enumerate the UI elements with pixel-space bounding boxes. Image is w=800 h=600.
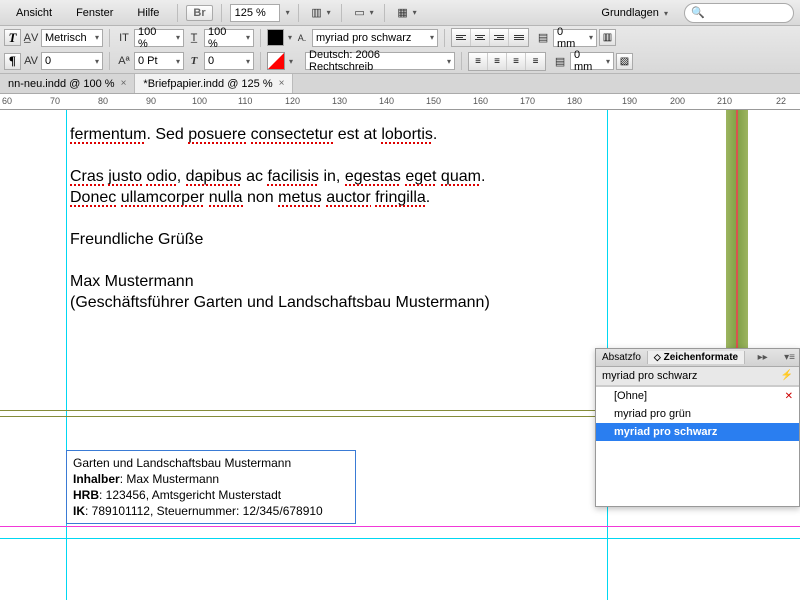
panel-header[interactable]: Absatzfo ◇ Zeichenformate ▸▸ ▾≡	[596, 349, 799, 367]
view-options-button[interactable]: ▥▾	[307, 3, 333, 23]
align-group	[451, 28, 529, 47]
style-list: [Ohne]✕ myriad pro grün myriad pro schwa…	[596, 386, 799, 506]
separator	[298, 4, 299, 22]
skew-field[interactable]: 0	[204, 52, 254, 70]
document-tabs: nn-neu.indd @ 100 %× *Briefpapier.indd @…	[0, 74, 800, 94]
text-frame-footer[interactable]: Garten und Landschaftsbau Mustermann Inh…	[66, 450, 356, 524]
menu-help[interactable]: Hilfe	[127, 4, 169, 22]
align-justify[interactable]	[509, 29, 528, 46]
style-none[interactable]: [Ohne]✕	[596, 387, 799, 405]
skew-icon: T	[186, 53, 202, 69]
balance-icon: ▧	[620, 56, 629, 67]
screen-mode-button[interactable]: ▭▾	[350, 3, 376, 23]
align-left[interactable]	[452, 29, 471, 46]
menu-view[interactable]: Ansicht	[6, 4, 62, 22]
quick-apply-icon[interactable]: ⚡	[781, 370, 793, 382]
current-style: myriad pro schwarz ⚡	[596, 367, 799, 386]
inset-top-icon: ▤	[535, 30, 551, 46]
arrange-icon: ▦	[395, 5, 411, 21]
panel-tab-character[interactable]: ◇ Zeichenformate	[648, 351, 745, 364]
margin-guide-bottom	[0, 526, 800, 527]
baseline-icon: Aª	[116, 53, 132, 69]
columns-icon: ▥	[603, 32, 612, 43]
stroke-none[interactable]	[267, 52, 285, 70]
char-style-icon: A.	[294, 30, 310, 46]
para-format-toggle[interactable]: ¶	[4, 53, 21, 70]
inset-top[interactable]: 0 mm	[553, 29, 597, 47]
balance-btn[interactable]: ▧	[616, 53, 633, 70]
vscale-icon: IT	[116, 30, 132, 46]
workspace-switcher[interactable]: Grundlagen ▾	[593, 5, 676, 21]
style-green[interactable]: myriad pro grün	[596, 405, 799, 423]
kerning-metric[interactable]: Metrisch	[41, 29, 103, 47]
separator	[341, 4, 342, 22]
tab-nn-neu[interactable]: nn-neu.indd @ 100 %×	[0, 74, 135, 93]
char-format-toggle[interactable]: T	[4, 29, 21, 46]
align-right[interactable]	[490, 29, 509, 46]
char-style-field[interactable]: myriad pro schwarz	[312, 29, 438, 47]
justify-full[interactable]: ≡	[526, 53, 545, 70]
inset-bottom-icon: ▤	[552, 53, 568, 69]
link-icon: ◇	[654, 352, 661, 362]
search-field[interactable]: 🔍	[684, 3, 794, 23]
horizontal-ruler[interactable]: 60 70 80 90 100 110 120 130 140 150 160 …	[0, 94, 800, 110]
close-icon[interactable]: ×	[279, 78, 285, 89]
tab-briefpapier[interactable]: *Briefpapier.indd @ 125 %×	[135, 74, 293, 93]
inset-bottom[interactable]: 0 mm	[570, 52, 614, 70]
bridge-button[interactable]: Br	[186, 5, 212, 21]
align-left-icon	[456, 34, 466, 41]
baseline-field[interactable]: 0 Pt	[134, 52, 184, 70]
language-field[interactable]: Deutsch: 2006 Rechtschreib	[305, 52, 455, 70]
arrange-button[interactable]: ▦▾	[393, 3, 419, 23]
align-right-icon	[494, 34, 504, 41]
panel-collapse[interactable]: ▸▸	[754, 352, 772, 363]
justify-center[interactable]: ≡	[488, 53, 507, 70]
delete-icon[interactable]: ✕	[785, 391, 793, 402]
menu-window[interactable]: Fenster	[66, 4, 123, 22]
character-styles-panel[interactable]: Absatzfo ◇ Zeichenformate ▸▸ ▾≡ myriad p…	[595, 348, 800, 507]
hscale-field[interactable]: 100 %	[204, 29, 254, 47]
type-icon: T	[9, 30, 17, 46]
text-frame-body[interactable]: fermentum. Sed posuere consectetur est a…	[70, 124, 490, 313]
close-icon[interactable]: ×	[121, 78, 127, 89]
align-center-icon	[475, 34, 485, 41]
align-justify-icon	[514, 34, 524, 41]
justify-right[interactable]: ≡	[507, 53, 526, 70]
eye-icon: ▥	[309, 5, 325, 21]
fill-color[interactable]	[267, 29, 284, 46]
columns-btn[interactable]: ▥	[599, 29, 616, 46]
control-bar: T A̲VMetrisch IT100 % T̲100 % ▾ A.myriad…	[0, 26, 800, 74]
hscale-icon: T̲	[186, 30, 202, 46]
search-icon: 🔍	[691, 6, 705, 19]
tracking-field[interactable]: 0	[41, 52, 103, 70]
style-black[interactable]: myriad pro schwarz	[596, 423, 799, 441]
page-edge	[0, 538, 800, 539]
screen-icon: ▭	[352, 5, 368, 21]
menu-bar: Ansicht Fenster Hilfe Br ▾ ▥▾ ▭▾ ▦▾ Grun…	[0, 0, 800, 26]
kerning-icon: A̲V	[23, 30, 39, 46]
separator	[177, 4, 178, 22]
panel-tab-paragraph[interactable]: Absatzfo	[596, 351, 648, 364]
vscale-field[interactable]: 100 %	[134, 29, 184, 47]
para-icon: ¶	[9, 53, 16, 69]
justify-group: ≡ ≡ ≡ ≡	[468, 52, 546, 71]
panel-menu[interactable]: ▾≡	[780, 352, 799, 363]
align-center[interactable]	[471, 29, 490, 46]
tracking-icon: AV	[23, 53, 39, 69]
workspace-area: Grundlagen ▾ 🔍	[593, 3, 794, 23]
separator	[221, 4, 222, 22]
separator	[384, 4, 385, 22]
justify-left[interactable]: ≡	[469, 53, 488, 70]
chevron-down-icon[interactable]: ▾	[286, 8, 290, 17]
zoom-input[interactable]	[230, 4, 280, 22]
zoom-control[interactable]: ▾	[230, 4, 290, 22]
